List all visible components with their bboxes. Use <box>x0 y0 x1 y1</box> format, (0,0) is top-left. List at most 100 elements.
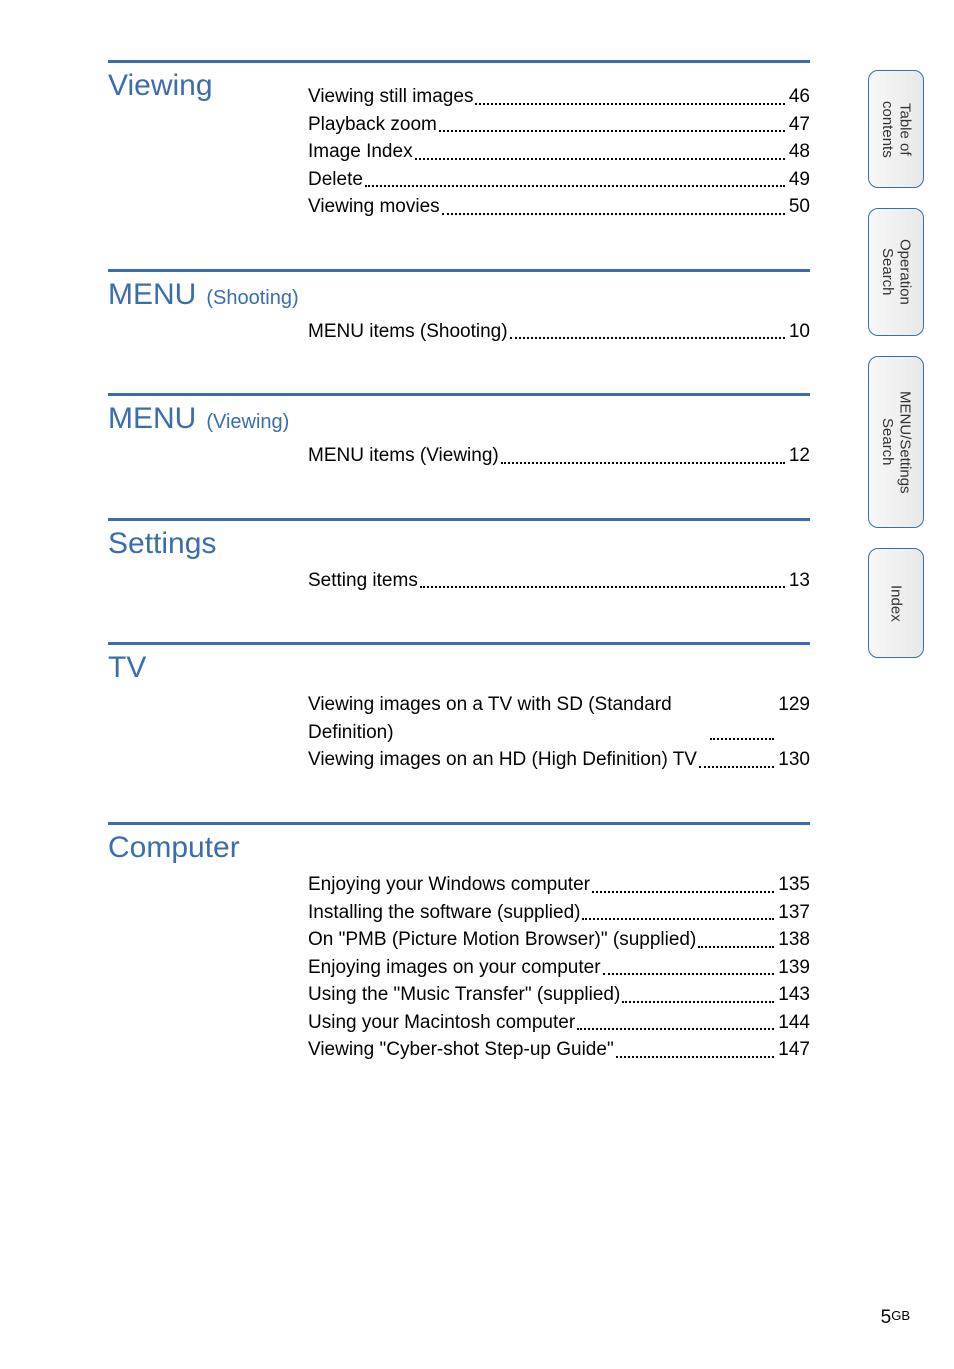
toc-page: 138 <box>778 926 810 954</box>
toc-row[interactable]: On "PMB (Picture Motion Browser)" (suppl… <box>308 926 810 954</box>
section-rule <box>108 642 810 645</box>
tab-table-of-contents[interactable]: Table of contents <box>868 70 924 188</box>
section-title: Computer <box>108 831 308 865</box>
leader-dots <box>415 138 785 160</box>
section-header: TV <box>108 651 810 685</box>
toc-page: 12 <box>789 442 810 470</box>
toc-label: Viewing images on a TV with SD (Standard… <box>308 691 708 746</box>
toc-page: 143 <box>778 981 810 1009</box>
toc-row[interactable]: Viewing images on a TV with SD (Standard… <box>308 691 810 746</box>
section-viewing: Viewing Viewing still images 46 Playback… <box>108 60 810 221</box>
toc-page: 139 <box>778 954 810 982</box>
toc-row[interactable]: Enjoying images on your computer 139 <box>308 954 810 982</box>
leader-dots <box>510 318 785 340</box>
toc-page: 137 <box>778 899 810 927</box>
section-settings: Settings Setting items 13 <box>108 518 810 595</box>
section-title: MENU <box>108 278 206 312</box>
toc-row[interactable]: Using your Macintosh computer 144 <box>308 1009 810 1037</box>
tab-label: MENU/Settings Search <box>879 371 914 513</box>
section-rule <box>108 393 810 396</box>
toc-row[interactable]: Viewing movies 50 <box>308 193 810 221</box>
section-header: Settings <box>108 527 810 561</box>
toc-page: 46 <box>789 83 810 111</box>
leader-dots <box>439 111 785 133</box>
section-title: Viewing <box>108 69 308 103</box>
leader-dots <box>699 746 774 768</box>
toc-label: MENU items (Shooting) <box>308 318 508 346</box>
toc-page: 49 <box>789 166 810 194</box>
toc-label: On "PMB (Picture Motion Browser)" (suppl… <box>308 926 696 954</box>
toc-page: 135 <box>778 871 810 899</box>
toc-row[interactable]: Enjoying your Windows computer 135 <box>308 871 810 899</box>
tab-index[interactable]: Index <box>868 548 924 658</box>
toc-row[interactable]: Viewing images on an HD (High Definition… <box>308 746 810 774</box>
toc-label: Setting items <box>308 567 418 595</box>
toc-row[interactable]: Image Index 48 <box>308 138 810 166</box>
tab-operation-search[interactable]: Operation Search <box>868 208 924 336</box>
section-header: Computer <box>108 831 810 865</box>
page-footer: 5GB <box>881 1307 910 1329</box>
toc-label: Using your Macintosh computer <box>308 1009 575 1037</box>
toc-page: 147 <box>778 1036 810 1064</box>
toc-page: 48 <box>789 138 810 166</box>
toc-row[interactable]: Playback zoom 47 <box>308 111 810 139</box>
toc-label: Using the "Music Transfer" (supplied) <box>308 981 620 1009</box>
toc-page: 10 <box>789 318 810 346</box>
leader-dots <box>582 899 774 921</box>
tab-label: Index <box>887 585 904 622</box>
leader-dots <box>616 1036 775 1058</box>
toc-label: Viewing "Cyber-shot Step-up Guide" <box>308 1036 614 1064</box>
leader-dots <box>622 981 774 1003</box>
section-rule <box>108 822 810 825</box>
toc-label: Viewing movies <box>308 193 440 221</box>
section-rule <box>108 269 810 272</box>
section-title: Settings <box>108 527 308 561</box>
toc-row[interactable]: Installing the software (supplied) 137 <box>308 899 810 927</box>
section-subtitle: (Shooting) <box>206 287 298 310</box>
toc-row[interactable]: Viewing "Cyber-shot Step-up Guide" 147 <box>308 1036 810 1064</box>
leader-dots <box>442 193 785 215</box>
toc-label: Enjoying your Windows computer <box>308 871 590 899</box>
toc-page: 129 <box>778 691 810 746</box>
section-menu-viewing: MENU (Viewing) MENU items (Viewing) 12 <box>108 393 810 470</box>
toc-row[interactable]: Delete 49 <box>308 166 810 194</box>
section-header: MENU (Shooting) <box>108 278 810 312</box>
toc-label: Enjoying images on your computer <box>308 954 601 982</box>
toc-label: Installing the software (supplied) <box>308 899 580 927</box>
section-subtitle: (Viewing) <box>206 411 289 434</box>
leader-dots <box>365 166 785 188</box>
toc-row[interactable]: Viewing still images 46 <box>308 83 810 111</box>
leader-dots <box>592 871 774 893</box>
toc-row[interactable]: Using the "Music Transfer" (supplied) 14… <box>308 981 810 1009</box>
toc-row[interactable]: MENU items (Viewing) 12 <box>308 442 810 470</box>
section-tv: TV Viewing images on a TV with SD (Stand… <box>108 642 810 774</box>
leader-dots <box>603 954 775 976</box>
sidebar-nav: Table of contents Operation Search MENU/… <box>868 70 924 658</box>
toc-label: MENU items (Viewing) <box>308 442 499 470</box>
leader-dots <box>420 567 785 589</box>
toc-label: Viewing images on an HD (High Definition… <box>308 746 697 774</box>
tab-menu-settings-search[interactable]: MENU/Settings Search <box>868 356 924 528</box>
toc-row[interactable]: Setting items 13 <box>308 567 810 595</box>
tab-label: Operation Search <box>879 223 914 321</box>
section-menu-shooting: MENU (Shooting) MENU items (Shooting) 10 <box>108 269 810 346</box>
page-content: Viewing Viewing still images 46 Playback… <box>0 0 810 1064</box>
toc-page: 50 <box>789 193 810 221</box>
toc-label: Image Index <box>308 138 413 166</box>
tab-label: Table of contents <box>879 85 914 173</box>
section-header: MENU (Viewing) <box>108 402 810 436</box>
toc-label: Viewing still images <box>308 83 473 111</box>
section-title: TV <box>108 651 308 685</box>
page-suffix: GB <box>891 1308 910 1323</box>
toc-page: 130 <box>778 746 810 774</box>
toc-page: 144 <box>778 1009 810 1037</box>
toc-label: Playback zoom <box>308 111 437 139</box>
section-rule <box>108 60 810 63</box>
leader-dots <box>710 691 774 740</box>
section-title: MENU <box>108 402 206 436</box>
toc-page: 13 <box>789 567 810 595</box>
section-computer: Computer Enjoying your Windows computer … <box>108 822 810 1064</box>
toc-row[interactable]: MENU items (Shooting) 10 <box>308 318 810 346</box>
leader-dots <box>577 1009 774 1031</box>
leader-dots <box>501 442 785 464</box>
